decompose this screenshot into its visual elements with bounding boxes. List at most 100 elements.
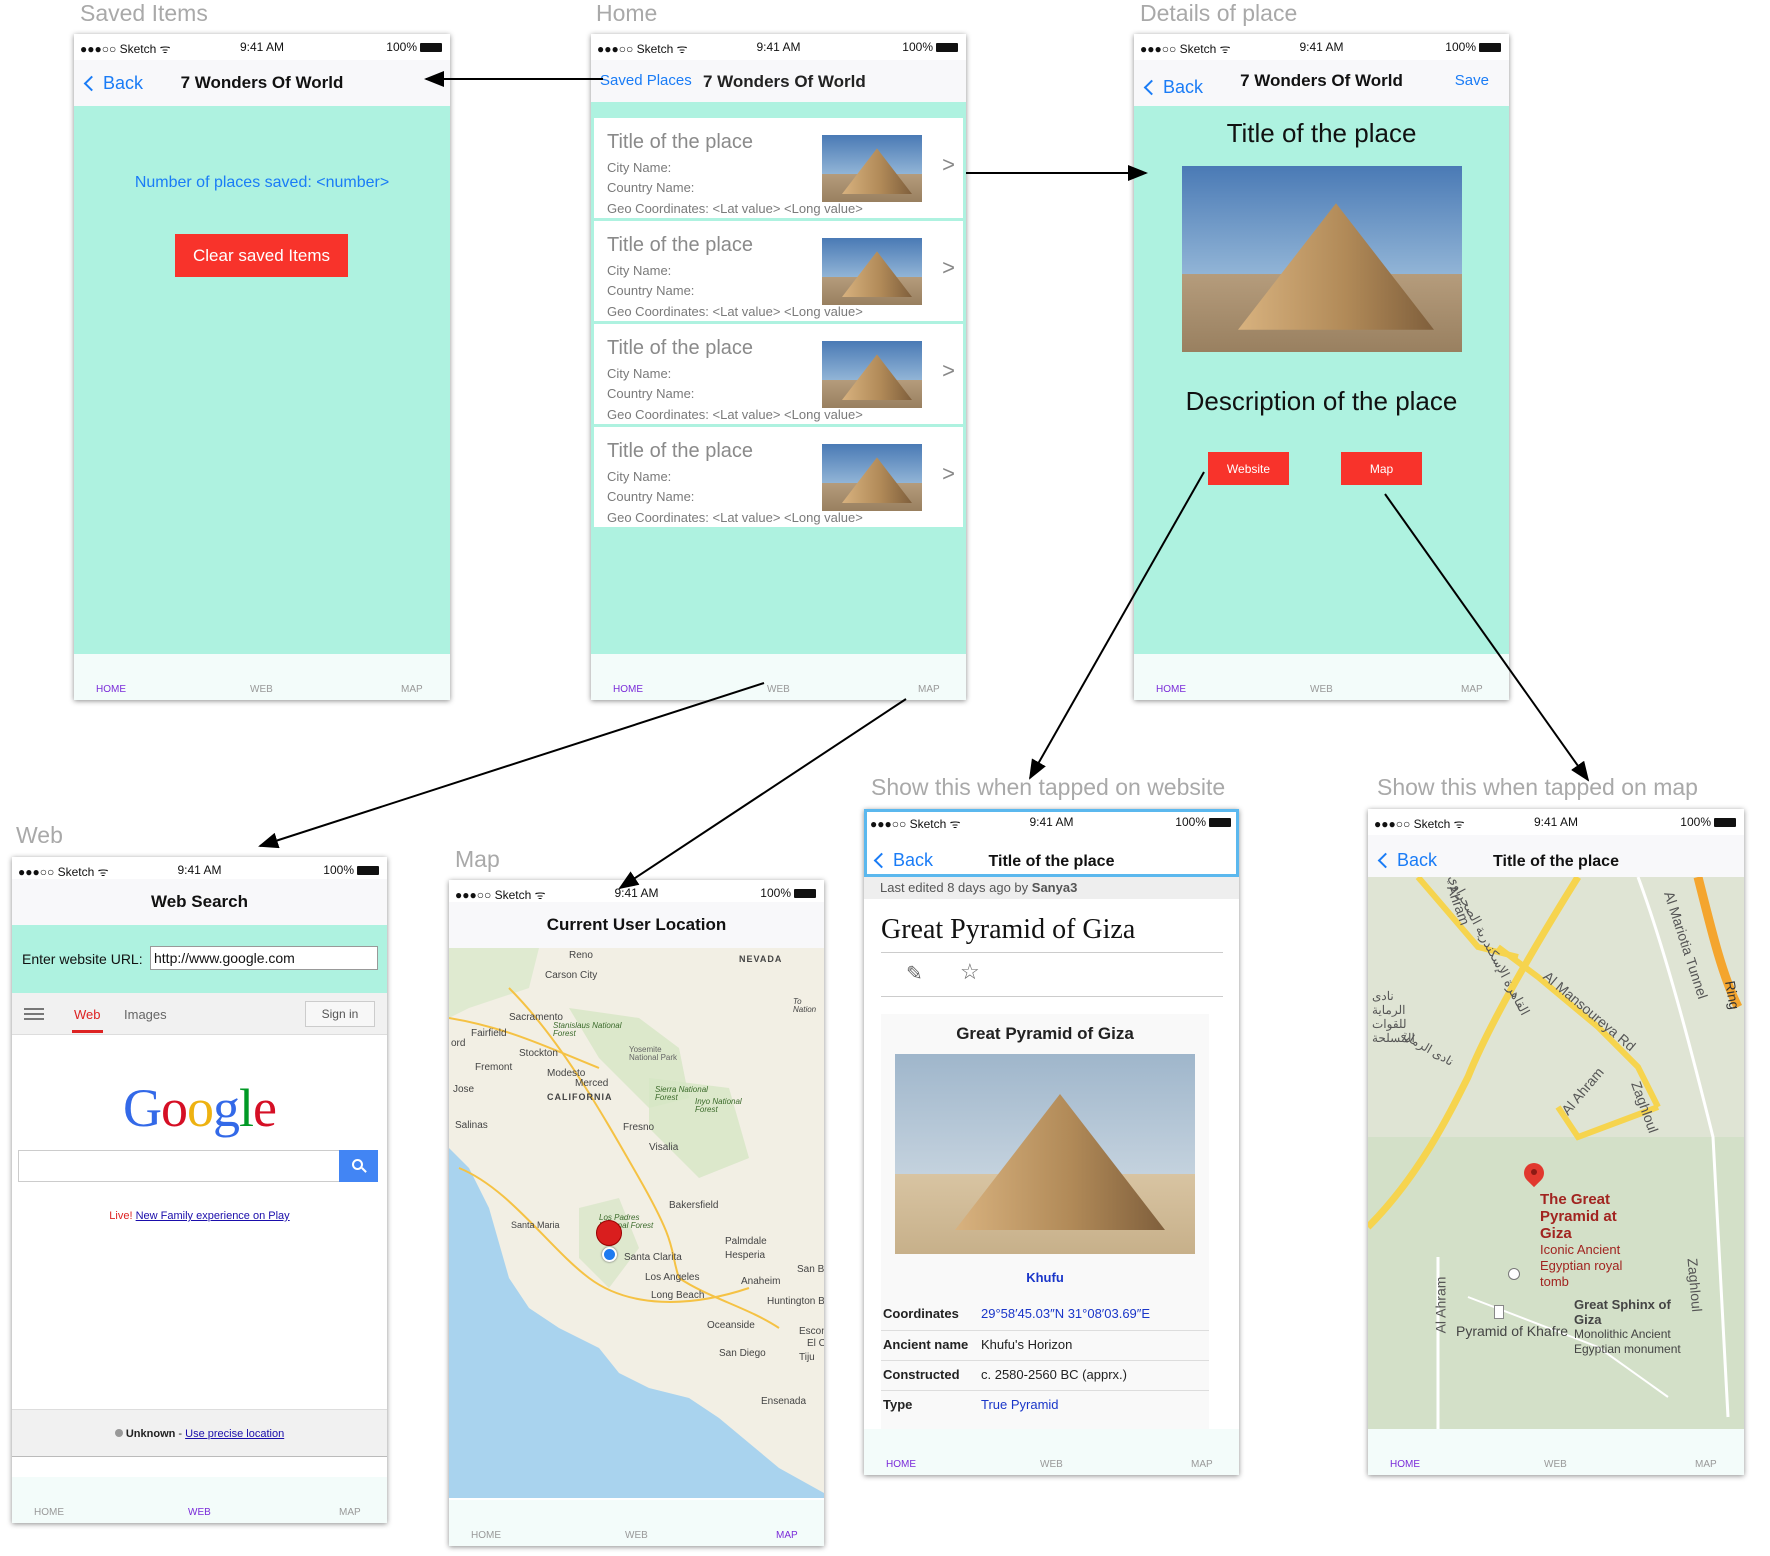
saved-count-text: Number of places saved: <number> — [134, 174, 390, 191]
chevron-right-icon: > — [942, 152, 955, 177]
edit-icon[interactable]: ✎ — [906, 961, 923, 986]
sign-in-button[interactable]: Sign in — [305, 1001, 375, 1027]
tab-web[interactable]: WEB — [625, 1530, 648, 1541]
map-place-label: San Diego — [719, 1348, 766, 1359]
content-area: Number of places saved: <number> Clear s… — [74, 106, 450, 654]
map-place-label: ord — [451, 1038, 466, 1049]
chevron-right-icon: > — [942, 255, 955, 280]
section-label-home: Home — [596, 0, 658, 26]
tab-map[interactable]: MAP — [776, 1530, 798, 1541]
map-place-label: To Nation — [793, 997, 817, 1014]
nav-title: 7 Wonders Of World — [703, 72, 866, 91]
map-place-label: Merced — [575, 1078, 609, 1089]
status-bar: ●●●○○ Sketch ᯤ 9:41 AM 100% — [1134, 34, 1509, 56]
nav-bar: Current User Location — [449, 902, 824, 948]
nav-title: 7 Wonders Of World — [180, 73, 344, 92]
map-place-label: CALIFORNIA — [547, 1092, 613, 1102]
section-label-details: Details of place — [1140, 0, 1298, 26]
map-place-label: Hesperia — [725, 1250, 766, 1261]
tab-web[interactable]: WEB — [1040, 1459, 1063, 1470]
status-bar: ●●●○○ Sketch ᯤ 9:41 AM 100% — [74, 34, 450, 56]
khafre-label: Pyramid of Khafre — [1456, 1323, 1569, 1339]
url-input[interactable]: http://www.google.com — [150, 946, 378, 970]
tab-home[interactable]: HOME — [34, 1507, 64, 1518]
tab-web[interactable]: WEB — [188, 1507, 211, 1518]
status-bar: ●●●○○ Sketch ᯤ 9:41 AM 100% — [449, 880, 824, 902]
battery-icon — [420, 43, 442, 52]
website-button[interactable]: Website — [1208, 452, 1289, 485]
card-city: City Name: — [607, 469, 672, 484]
place-card[interactable]: Title of the place City Name: Country Na… — [594, 118, 963, 218]
promo-link[interactable]: New Family experience on Play — [136, 1210, 290, 1222]
tab-map[interactable]: MAP — [1191, 1459, 1213, 1470]
place-image — [1182, 166, 1462, 352]
tab-map[interactable]: MAP — [339, 1507, 361, 1518]
map-place-label: Fairfield — [471, 1028, 507, 1039]
card-title: Title of the place — [607, 234, 754, 256]
tab-web[interactable]: WEB — [767, 684, 790, 695]
tab-map[interactable]: MAP — [401, 684, 423, 695]
precise-location-link[interactable]: Use precise location — [185, 1428, 284, 1440]
image-caption[interactable]: Khufu — [881, 1270, 1209, 1285]
chevron-right-icon: > — [942, 461, 955, 486]
map-place-label: Bakersfield — [669, 1200, 719, 1211]
nav-bar: Back Title of the place — [1368, 835, 1744, 877]
place-title: Title of the place — [1226, 118, 1417, 148]
map-view[interactable]: Reno Carson City NEVADA Sacramento Fairf… — [449, 948, 824, 1498]
google-promo: Live! New Family experience on Play — [109, 1210, 290, 1222]
details-screen: ●●●○○ Sketch ᯤ 9:41 AM 100% Back 7 Wonde… — [1134, 34, 1509, 700]
tab-map[interactable]: MAP — [918, 684, 940, 695]
map-place-label: Visalia — [649, 1142, 679, 1153]
map-place-label: El C — [807, 1338, 824, 1349]
tab-home[interactable]: HOME — [613, 684, 643, 695]
tab-web[interactable]: WEB — [1310, 684, 1333, 695]
map-place-label: Anaheim — [741, 1276, 781, 1287]
saved-places-button[interactable]: Saved Places — [600, 72, 692, 89]
location-footer: Unknown - Use precise location — [12, 1409, 387, 1457]
map-place-label: Escon — [799, 1326, 824, 1337]
tab-home[interactable]: HOME — [96, 684, 126, 695]
web-screen: ●●●○○ Sketch ᯤ 9:41 AM 100% Web Search E… — [12, 857, 387, 1523]
card-city: City Name: — [607, 160, 672, 175]
map-button[interactable]: Map — [1341, 452, 1422, 485]
url-label: Enter website URL: — [22, 951, 143, 967]
location-pin-icon — [596, 1220, 622, 1246]
infobox-row: Ancient name Khufu's Horizon — [881, 1330, 1209, 1357]
tab-home[interactable]: HOME — [1156, 684, 1186, 695]
tab-home[interactable]: HOME — [886, 1459, 916, 1470]
tab-home[interactable]: HOME — [1390, 1459, 1420, 1470]
card-city: City Name: — [607, 263, 672, 278]
map-place-label: Carson City — [545, 970, 598, 981]
tab-home[interactable]: HOME — [471, 1530, 501, 1541]
clear-saved-button[interactable]: Clear saved Items — [175, 234, 348, 277]
google-header: Web Images Sign in — [12, 993, 387, 1035]
card-country: Country Name: — [607, 283, 695, 298]
star-icon[interactable]: ☆ — [960, 959, 980, 985]
place-card[interactable]: Title of the place City Name: Country Na… — [594, 324, 963, 424]
tab-map[interactable]: MAP — [1695, 1459, 1717, 1470]
card-geo: Geo Coordinates: <Lat value> <Long value… — [607, 510, 863, 525]
tab-bar: HOME WEB MAP — [864, 1429, 1239, 1475]
google-tab-web[interactable]: Web — [72, 1007, 103, 1033]
place-card[interactable]: Title of the place City Name: Country Na… — [594, 221, 963, 321]
map-place-label: Fremont — [475, 1062, 513, 1073]
tab-bar: HOME WEB MAP — [1368, 1429, 1744, 1475]
map-place-label: Santa Maria — [511, 1220, 560, 1230]
google-search-input[interactable] — [18, 1150, 340, 1182]
save-button[interactable]: Save — [1455, 72, 1489, 89]
card-country: Country Name: — [607, 489, 695, 504]
battery: 100% — [323, 863, 379, 877]
place-card[interactable]: Title of the place City Name: Country Na… — [594, 427, 963, 527]
map-view[interactable]: Al Mansoureya Rd Al Ahram Al Mariotia Tu… — [1368, 877, 1744, 1429]
map-pin-icon[interactable] — [1519, 1158, 1549, 1191]
google-search-button[interactable] — [339, 1150, 378, 1182]
menu-icon[interactable] — [24, 1008, 44, 1020]
card-city: City Name: — [607, 366, 672, 381]
map-place-label: Fresno — [623, 1122, 655, 1133]
tab-map[interactable]: MAP — [1461, 684, 1483, 695]
google-tab-images[interactable]: Images — [124, 1007, 167, 1022]
saved-items-screen: ●●●○○ Sketch ᯤ 9:41 AM 100% Back 7 Wonde… — [74, 34, 450, 700]
map-place-label: Los Angeles — [645, 1272, 700, 1283]
tab-web[interactable]: WEB — [250, 684, 273, 695]
tab-web[interactable]: WEB — [1544, 1459, 1567, 1470]
